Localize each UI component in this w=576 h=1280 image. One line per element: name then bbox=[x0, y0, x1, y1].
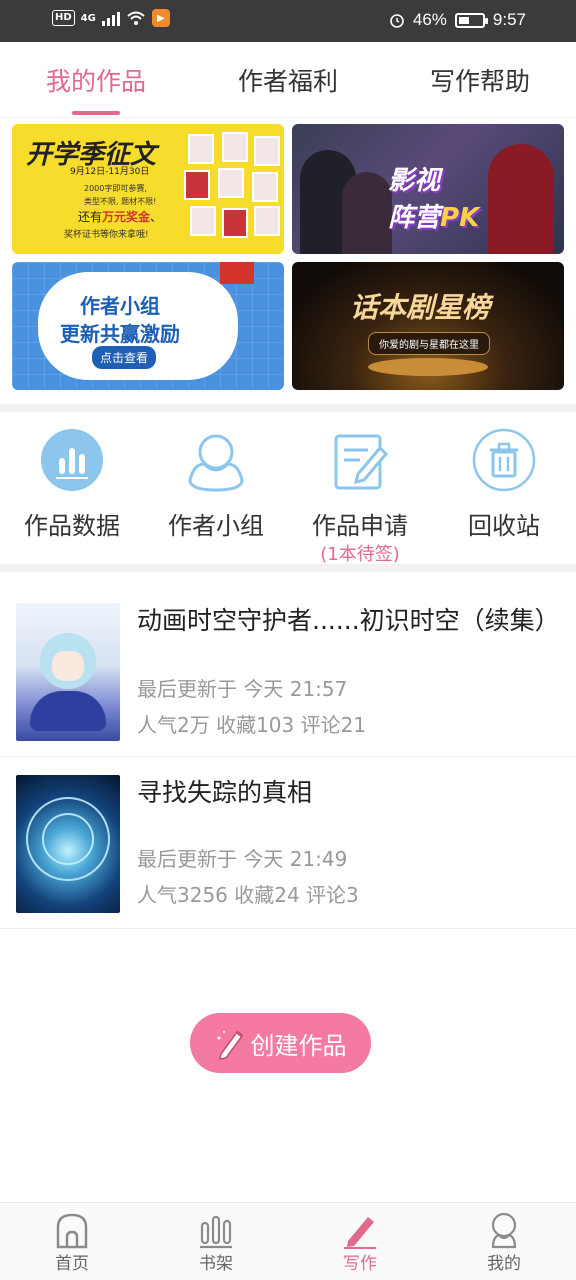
trash-icon bbox=[472, 428, 536, 492]
create-work-label: 创建作品 bbox=[250, 1031, 347, 1060]
banner-title: 话本剧星榜 bbox=[350, 291, 491, 324]
nav-me[interactable]: 我的 bbox=[432, 1203, 576, 1280]
work-stats: 人气2万 收藏103 评论21 bbox=[137, 713, 367, 737]
work-title: 寻找失踪的真相 bbox=[137, 778, 313, 807]
nav-home[interactable]: 首页 bbox=[0, 1203, 144, 1280]
bottom-nav: 首页 书架 写作 我的 bbox=[0, 1202, 576, 1280]
shortcut-author-group[interactable]: 作者小组 bbox=[144, 414, 288, 566]
top-tabs: 我的作品 作者福利 写作帮助 bbox=[0, 42, 576, 118]
pending-sign-note: (1本待签) bbox=[320, 544, 400, 565]
banner-prize: 还有万元奖金、 bbox=[78, 210, 163, 224]
signal-icon bbox=[101, 10, 120, 26]
work-item[interactable]: 动画时空守护者......初识时空（续集） 最后更新于 今天 21:57 人气2… bbox=[0, 585, 576, 757]
battery-icon bbox=[454, 12, 488, 28]
home-icon bbox=[56, 1213, 88, 1249]
edit-document-icon bbox=[334, 434, 389, 490]
banner-photo-collage bbox=[182, 132, 282, 247]
tab-author-benefits[interactable]: 作者福利 bbox=[192, 42, 384, 117]
nav-label: 首页 bbox=[55, 1254, 89, 1274]
shortcut-label: 作品数据 bbox=[24, 512, 120, 540]
work-item[interactable]: 寻找失踪的真相 最后更新于 今天 21:49 人气3256 收藏24 评论3 bbox=[0, 757, 576, 929]
nav-label: 我的 bbox=[487, 1254, 521, 1274]
shortcut-grid: 作品数据 作者小组 作品申请 (1本待签) 回收站 bbox=[0, 414, 576, 566]
app-notification-icon: ▶ bbox=[151, 9, 170, 27]
works-list: 动画时空守护者......初识时空（续集） 最后更新于 今天 21:57 人气2… bbox=[0, 585, 576, 929]
bookshelf-icon bbox=[200, 1215, 232, 1249]
banner-film-pk[interactable]: 影视 阵营PK bbox=[292, 124, 564, 254]
shortcut-recycle-bin[interactable]: 回收站 bbox=[432, 414, 576, 566]
banner-stage bbox=[368, 358, 488, 376]
banner-figure bbox=[342, 172, 392, 254]
clock: 9:57 bbox=[492, 10, 526, 29]
work-updated: 最后更新于 今天 21:57 bbox=[137, 677, 348, 701]
tab-writing-help[interactable]: 写作帮助 bbox=[384, 42, 576, 117]
battery-percent: 46% bbox=[412, 10, 447, 29]
section-divider bbox=[0, 404, 576, 412]
banner-author-group[interactable]: 作者小组 更新共赢激励 点击查看 bbox=[12, 262, 284, 390]
banner-star-ranking[interactable]: 话本剧星榜 你爱的剧与星都在这里 bbox=[292, 262, 564, 390]
banner-grid: 开学季征文 9月12日-11月30日 2000字即可参赛, 类型不限, 题材不限!… bbox=[12, 124, 566, 390]
nav-label: 写作 bbox=[343, 1254, 377, 1274]
tab-my-works[interactable]: 我的作品 bbox=[0, 42, 192, 117]
work-cover bbox=[16, 603, 120, 741]
banner-text-line3: 奖杯证书等你来拿哦! bbox=[64, 230, 149, 240]
wifi-icon bbox=[127, 11, 145, 25]
cover-magic-circle-inner bbox=[42, 813, 94, 865]
flag-icon bbox=[220, 262, 254, 284]
banner-figure bbox=[488, 144, 554, 254]
banner-title: 影视 阵营PK bbox=[388, 166, 480, 233]
create-work-button[interactable]: 创建作品 bbox=[190, 1013, 371, 1073]
shortcut-work-application[interactable]: 作品申请 (1本待签) bbox=[288, 414, 432, 566]
profile-icon bbox=[491, 1212, 517, 1249]
nav-label: 书架 bbox=[199, 1254, 233, 1274]
work-cover bbox=[16, 775, 120, 913]
shortcut-label: 作品申请 bbox=[312, 512, 408, 540]
nav-bookshelf[interactable]: 书架 bbox=[144, 1203, 288, 1280]
alarm-icon bbox=[390, 14, 404, 28]
hd-icon: HD bbox=[52, 10, 75, 26]
network-type: 4G bbox=[80, 12, 96, 24]
cover-figure-dress bbox=[30, 691, 106, 731]
banner-subtitle: 你爱的剧与星都在这里 bbox=[368, 332, 490, 355]
shortcut-label: 作者小组 bbox=[168, 512, 264, 540]
work-stats: 人气3256 收藏24 评论3 bbox=[137, 883, 359, 907]
cover-figure-face bbox=[52, 651, 84, 681]
bar-chart-icon bbox=[41, 429, 103, 491]
banner-back-to-school-contest[interactable]: 开学季征文 9月12日-11月30日 2000字即可参赛, 类型不限, 题材不限!… bbox=[12, 124, 284, 254]
work-title: 动画时空守护者......初识时空（续集） bbox=[137, 606, 560, 635]
shortcut-work-data[interactable]: 作品数据 bbox=[0, 414, 144, 566]
work-updated: 最后更新于 今天 21:49 bbox=[137, 847, 348, 871]
pencil-icon bbox=[217, 1030, 243, 1060]
group-icon bbox=[188, 434, 244, 492]
section-divider bbox=[0, 564, 576, 572]
banner-subtitle: 更新共赢激励 bbox=[60, 322, 180, 346]
banner-view-button[interactable]: 点击查看 bbox=[92, 346, 157, 369]
banner-title: 作者小组 bbox=[80, 294, 160, 318]
nav-write[interactable]: 写作 bbox=[288, 1203, 432, 1280]
banner-text: 2000字即可参赛, 类型不限, 题材不限! bbox=[84, 184, 157, 206]
status-bar: HD 4G ▶ 46% 9:57 bbox=[0, 0, 576, 42]
shortcut-label: 回收站 bbox=[468, 512, 540, 540]
banner-date: 9月12日-11月30日 bbox=[70, 167, 150, 177]
pen-icon bbox=[344, 1217, 376, 1249]
